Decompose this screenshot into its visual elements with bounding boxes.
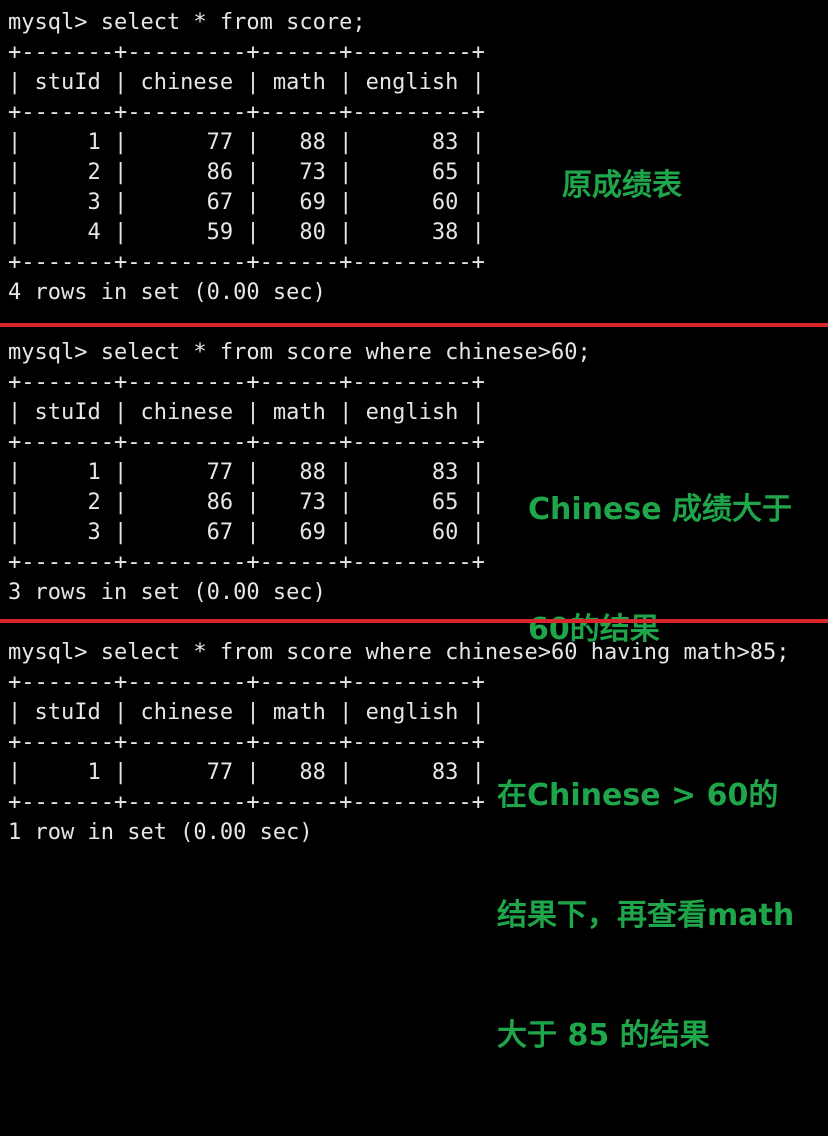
table-row: | 1 | 77 | 88 | 83 |	[8, 760, 485, 785]
annotation-label: Chinese 成绩大于 60的结果	[528, 410, 792, 730]
table-row: | 4 | 59 | 80 | 38 |	[8, 220, 485, 245]
annotation-line: 结果下，再查看math	[497, 898, 795, 933]
table-border-bottom: +-------+---------+------+---------+	[8, 250, 485, 275]
table-header: | stuId | chinese | math | english |	[8, 400, 485, 425]
table-border-top: +-------+---------+------+---------+	[8, 40, 485, 65]
annotation-label: 在Chinese > 60的 结果下，再查看math 大于 85 的结果	[497, 696, 794, 1136]
annotation-line: 大于 85 的结果	[497, 1018, 710, 1053]
command-line: mysql> select * from score where chinese…	[8, 640, 790, 665]
section-divider	[0, 619, 828, 623]
table-row: | 2 | 86 | 73 | 65 |	[8, 160, 485, 185]
section-divider	[0, 323, 828, 327]
table-row: | 3 | 67 | 69 | 60 |	[8, 190, 485, 215]
annotation-label: 原成绩表	[562, 86, 682, 286]
table-border-top: +-------+---------+------+---------+	[8, 370, 485, 395]
table-header: | stuId | chinese | math | english |	[8, 700, 485, 725]
table-row: | 1 | 77 | 88 | 83 |	[8, 130, 485, 155]
annotation-line: 原成绩表	[562, 168, 682, 203]
annotation-line: 在Chinese > 60的	[497, 778, 779, 813]
table-row: | 3 | 67 | 69 | 60 |	[8, 520, 485, 545]
table-row: | 1 | 77 | 88 | 83 |	[8, 460, 485, 485]
table-border-mid: +-------+---------+------+---------+	[8, 430, 485, 455]
table-border-bottom: +-------+---------+------+---------+	[8, 790, 485, 815]
table-border-top: +-------+---------+------+---------+	[8, 670, 485, 695]
command-line: mysql> select * from score;	[8, 10, 366, 35]
table-row: | 2 | 86 | 73 | 65 |	[8, 490, 485, 515]
annotation-line: Chinese 成绩大于	[528, 492, 793, 527]
table-border-bottom: +-------+---------+------+---------+	[8, 550, 485, 575]
result-status: 1 row in set (0.00 sec)	[8, 820, 313, 845]
table-border-mid: +-------+---------+------+---------+	[8, 730, 485, 755]
command-line: mysql> select * from score where chinese…	[8, 340, 591, 365]
result-status: 4 rows in set (0.00 sec)	[8, 280, 326, 305]
result-status: 3 rows in set (0.00 sec)	[8, 580, 326, 605]
table-border-mid: +-------+---------+------+---------+	[8, 100, 485, 125]
table-header: | stuId | chinese | math | english |	[8, 70, 485, 95]
